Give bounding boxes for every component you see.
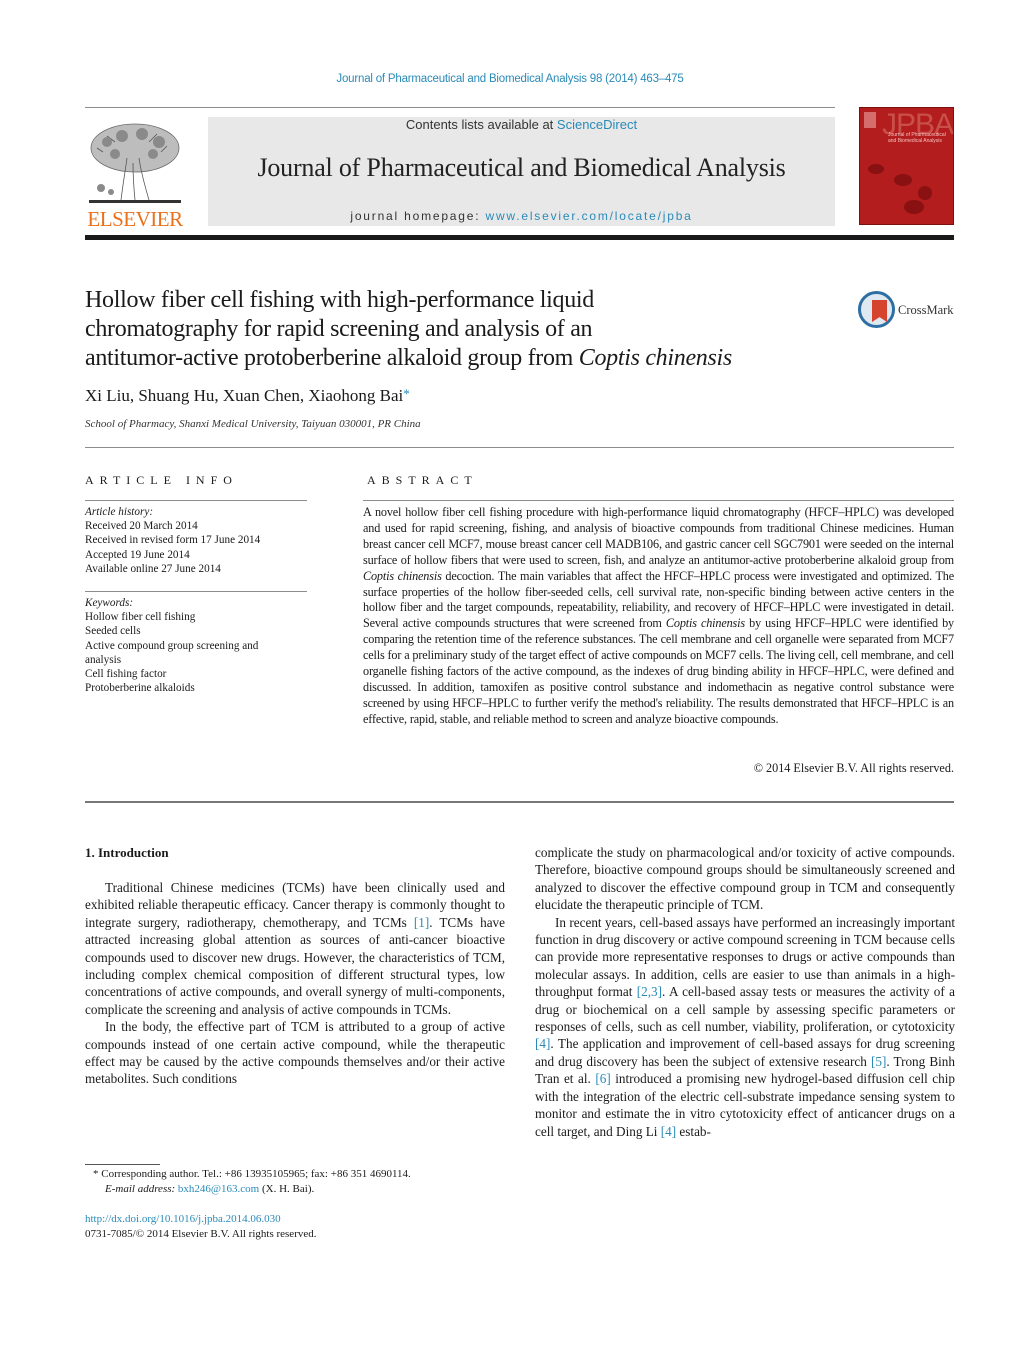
history-item: Received 20 March 2014 xyxy=(85,520,198,533)
corresponding-author-marker[interactable]: * xyxy=(403,386,410,401)
doi-block: http://dx.doi.org/10.1016/j.jpba.2014.06… xyxy=(85,1212,515,1241)
keyword-item: Cell fishing factor xyxy=(85,668,167,681)
title-species-name: Coptis chinensis xyxy=(578,345,733,371)
header-thick-rule xyxy=(85,235,954,240)
title-line-3: antitumor-active protoberberine alkaloid… xyxy=(85,345,579,371)
reference-link[interactable]: [4] xyxy=(535,1036,550,1051)
crossmark-icon xyxy=(858,291,895,328)
affiliation: School of Pharmacy, Shanxi Medical Unive… xyxy=(85,418,421,430)
article-history-label: Article history: xyxy=(85,506,154,518)
elsevier-logo[interactable]: ELSEVIER xyxy=(85,115,185,231)
reference-link[interactable]: [4] xyxy=(661,1124,676,1139)
history-item: Accepted 19 June 2014 xyxy=(85,548,190,561)
corresponding-author-text: * Corresponding author. Tel.: +86 139351… xyxy=(93,1168,411,1180)
cover-subtitle: Journal of Pharmaceutical and Biomedical… xyxy=(888,132,946,144)
introduction-heading: 1. Introduction xyxy=(85,845,169,860)
abstract-species: Coptis chinensis xyxy=(363,568,442,583)
keywords-rule xyxy=(85,591,307,592)
article-info-rule xyxy=(85,500,307,501)
issn-copyright: 0731-7085/© 2014 Elsevier B.V. All right… xyxy=(85,1227,317,1240)
header-rule xyxy=(85,107,835,108)
abstract-rule xyxy=(363,500,954,501)
crossmark-label: CrossMark xyxy=(898,303,954,317)
journal-masthead: Contents lists available at ScienceDirec… xyxy=(208,117,835,226)
abstract-divider xyxy=(85,801,954,803)
authors-text: Xi Liu, Shuang Hu, Xuan Chen, Xiaohong B… xyxy=(85,386,404,405)
keyword-item: Hollow fiber cell fishing xyxy=(85,611,196,624)
doi-link[interactable]: http://dx.doi.org/10.1016/j.jpba.2014.06… xyxy=(85,1213,281,1225)
email-label: E-mail address: xyxy=(105,1182,178,1195)
corresponding-author-footnote: * Corresponding author. Tel.: +86 139351… xyxy=(93,1167,523,1196)
reference-link[interactable]: [6] xyxy=(595,1071,610,1086)
paragraph-continued: complicate the study on pharmacological … xyxy=(535,845,955,913)
article-title: Hollow fiber cell fishing with high-perf… xyxy=(85,286,845,373)
journal-citation-link[interactable]: Journal of Pharmaceutical and Biomedical… xyxy=(0,73,1020,85)
reference-link[interactable]: [5] xyxy=(871,1054,886,1069)
history-item: Available online 27 June 2014 xyxy=(85,562,221,575)
article-info-heading: ARTICLE INFO xyxy=(85,473,238,487)
email-line: E-mail address: bxh246@163.com (X. H. Ba… xyxy=(93,1182,523,1197)
paragraph: Traditional Chinese medicines (TCMs) hav… xyxy=(85,879,505,1018)
reference-link[interactable]: [1] xyxy=(414,915,429,930)
reference-link[interactable]: [2,3] xyxy=(637,984,662,999)
journal-title: Journal of Pharmaceutical and Biomedical… xyxy=(257,153,786,182)
author-list: Xi Liu, Shuang Hu, Xuan Chen, Xiaohong B… xyxy=(85,386,410,406)
text-segment: estab- xyxy=(676,1123,711,1139)
abstract-copyright: © 2014 Elsevier B.V. All rights reserved… xyxy=(753,761,954,775)
email-suffix: (X. H. Bai). xyxy=(259,1182,315,1195)
homepage-prefix: journal homepage: xyxy=(350,209,486,223)
cover-decoration xyxy=(894,174,912,186)
keyword-item: Protoberberine alkaloids xyxy=(85,682,195,695)
keyword-item: Seeded cells xyxy=(85,625,141,638)
email-link[interactable]: bxh246@163.com xyxy=(178,1183,259,1195)
sciencedirect-link[interactable]: ScienceDirect xyxy=(557,117,637,132)
article-history: Article history: Received 20 March 2014 … xyxy=(85,505,310,576)
contents-prefix: Contents lists available at xyxy=(405,117,557,132)
title-divider xyxy=(85,447,954,448)
homepage-line: journal homepage: www.elsevier.com/locat… xyxy=(208,209,835,223)
cover-decoration xyxy=(904,200,924,214)
abstract-segment: by using HFCF–HPLC were identified by co… xyxy=(363,616,954,726)
contents-line: Contents lists available at ScienceDirec… xyxy=(208,117,835,132)
keyword-item: Active compound group screening and anal… xyxy=(85,639,259,666)
title-line-2: chromatography for rapid screening and a… xyxy=(85,316,593,342)
keywords: Keywords: Hollow fiber cell fishing Seed… xyxy=(85,596,295,695)
cover-decoration xyxy=(868,164,884,174)
elsevier-wordmark: ELSEVIER xyxy=(87,207,183,231)
crossmark-button[interactable]: CrossMark xyxy=(858,291,958,331)
abstract-segment: A novel hollow fiber cell fishing proced… xyxy=(363,505,954,567)
paragraph: In recent years, cell-based assays have … xyxy=(535,914,955,1140)
abstract-text: A novel hollow fiber cell fishing proced… xyxy=(363,505,954,728)
body-column-left: Traditional Chinese medicines (TCMs) hav… xyxy=(85,879,505,1088)
paragraph: In the body, the effective part of TCM i… xyxy=(85,1019,505,1087)
journal-cover-image[interactable]: JPBA Journal of Pharmaceutical and Biome… xyxy=(859,107,954,225)
elsevier-tree-icon xyxy=(87,118,183,206)
body-column-right: complicate the study on pharmacological … xyxy=(535,844,955,1140)
abstract-species: Coptis chinensis xyxy=(665,616,745,631)
keywords-label: Keywords: xyxy=(85,597,134,609)
abstract-heading: ABSTRACT xyxy=(367,473,478,487)
footnote-rule xyxy=(85,1164,160,1165)
journal-homepage-link[interactable]: www.elsevier.com/locate/jpba xyxy=(486,209,693,223)
history-item: Received in revised form 17 June 2014 xyxy=(85,534,261,547)
cover-decoration xyxy=(918,186,932,200)
text-segment: . TCMs have attracted increasing global … xyxy=(85,914,505,1017)
title-line-1: Hollow fiber cell fishing with high-perf… xyxy=(85,287,594,313)
cover-elsevier-badge xyxy=(864,112,876,128)
